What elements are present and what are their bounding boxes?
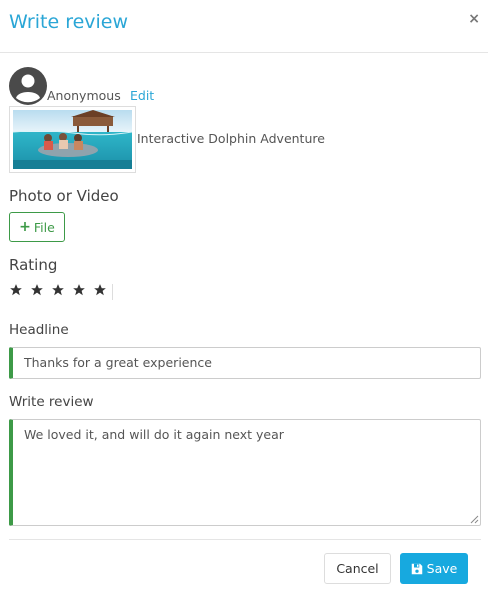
star-icon[interactable] <box>30 283 44 297</box>
plus-icon: + <box>19 219 31 235</box>
user-name: Anonymous <box>47 88 121 103</box>
rating-label: Rating <box>9 256 58 274</box>
footer-divider <box>9 539 481 540</box>
user-avatar-icon <box>9 67 47 105</box>
review-label: Write review <box>9 394 94 410</box>
star-rating <box>9 283 107 297</box>
add-file-button[interactable]: + File <box>9 212 65 242</box>
headline-input[interactable]: Thanks for a great experience <box>9 347 481 379</box>
save-button[interactable]: Save <box>400 553 468 584</box>
product-name: Interactive Dolphin Adventure <box>137 131 325 146</box>
modal-header: Write review × <box>0 0 488 53</box>
star-icon[interactable] <box>93 283 107 297</box>
headline-label: Headline <box>9 322 69 338</box>
file-button-label: File <box>33 219 55 235</box>
resize-handle-icon[interactable] <box>470 515 479 524</box>
star-icon[interactable] <box>9 283 23 297</box>
star-icon[interactable] <box>51 283 65 297</box>
product-thumbnail <box>9 106 136 173</box>
review-textarea[interactable]: We loved it, and will do it again next y… <box>9 419 481 526</box>
close-icon[interactable]: × <box>468 11 480 27</box>
rating-divider <box>112 284 113 300</box>
photo-video-label: Photo or Video <box>9 187 119 205</box>
modal-title: Write review <box>9 11 129 33</box>
product-image <box>12 110 133 169</box>
edit-link[interactable]: Edit <box>130 88 154 103</box>
star-icon[interactable] <box>72 283 86 297</box>
review-text: We loved it, and will do it again next y… <box>24 427 284 442</box>
cancel-button[interactable]: Cancel <box>324 553 391 584</box>
save-button-label: Save <box>426 561 458 576</box>
floppy-disk-icon <box>411 563 422 574</box>
